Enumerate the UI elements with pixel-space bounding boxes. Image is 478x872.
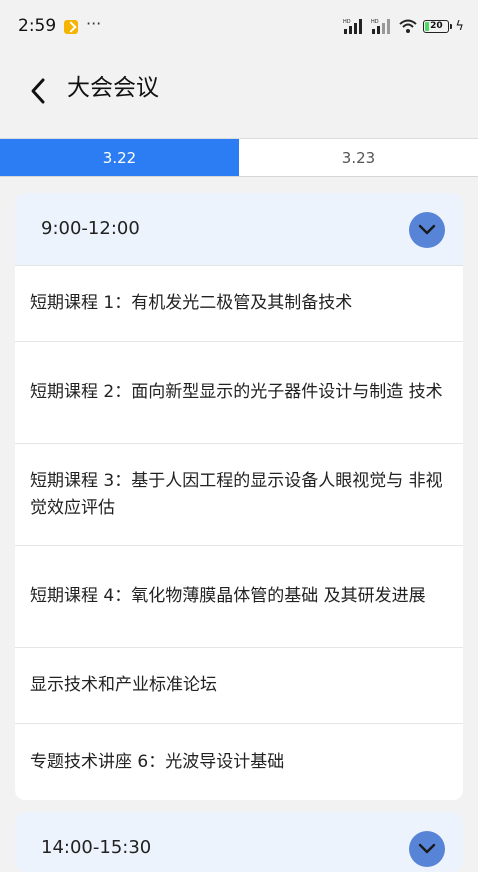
date-tabs: 3.22 3.23 <box>0 139 478 177</box>
page-title: 大会会议 <box>67 75 159 101</box>
session-header[interactable]: 9:00-12:00 <box>15 193 463 266</box>
svg-text:HD: HD <box>371 19 379 25</box>
chevron-down-icon <box>417 843 437 855</box>
list-item-label: 专题技术讲座 6：光波导设计基础 <box>30 751 285 772</box>
list-item-label: 显示技术和产业标准论坛 <box>30 675 217 695</box>
list-item-label: 短期课程 1：有机发光二极管及其制备技术 <box>30 293 353 313</box>
chevron-down-icon <box>417 224 437 236</box>
list-item[interactable]: 短期课程 2：面向新型显示的光子器件设计与制造 技术 <box>15 342 463 444</box>
battery-level: 20 <box>430 20 443 31</box>
status-time: 2:59 <box>18 16 57 36</box>
app-header: 大会会议 <box>0 44 478 139</box>
collapse-toggle-button[interactable] <box>409 212 445 248</box>
session-header[interactable]: 14:00-15:30 <box>15 812 463 872</box>
list-item[interactable]: 短期课程 4：氧化物薄膜晶体管的基础 及其研发进展 <box>15 546 463 648</box>
list-item[interactable]: 短期课程 1：有机发光二极管及其制备技术 <box>15 266 463 342</box>
list-item-label: 短期课程 4：氧化物薄膜晶体管的基础 及其研发进展 <box>30 586 426 606</box>
more-notifications-icon: ··· <box>86 14 102 33</box>
list-item[interactable]: 短期课程 3：基于人因工程的显示设备人眼视觉与 非视觉效应评估 <box>15 444 463 546</box>
chevron-left-icon <box>22 74 56 108</box>
expand-toggle-button[interactable] <box>409 831 445 867</box>
notification-icon <box>64 20 78 34</box>
back-button[interactable] <box>22 74 56 108</box>
signal-hd-icon: HD <box>371 18 393 34</box>
list-item[interactable]: 专题技术讲座 6：光波导设计基础 <box>15 724 463 800</box>
wifi-icon <box>399 19 418 33</box>
battery-fill <box>425 21 430 31</box>
svg-text:HD: HD <box>343 19 351 25</box>
list-item-label: 短期课程 2：面向新型显示的光子器件设计与制造 技术 <box>30 382 443 402</box>
session-time: 9:00-12:00 <box>41 218 140 239</box>
signal-hd-icon: HD <box>343 18 365 34</box>
session-time: 14:00-15:30 <box>41 837 152 858</box>
session-card: 9:00-12:00 短期课程 1：有机发光二极管及其制备技术 短期课程 2：面… <box>15 193 463 800</box>
tab-3-23[interactable]: 3.23 <box>239 139 478 176</box>
charging-icon: ϟ <box>455 18 464 34</box>
list-item-label: 短期课程 3：基于人因工程的显示设备人眼视觉与 非视觉效应评估 <box>30 470 443 518</box>
status-bar: 2:59 ··· HD HD 20 ϟ <box>0 0 478 44</box>
battery-icon: 20 <box>423 19 453 33</box>
list-item[interactable]: 显示技术和产业标准论坛 <box>15 648 463 724</box>
session-card: 14:00-15:30 <box>15 812 463 872</box>
status-icons: HD HD 20 ϟ <box>343 17 464 35</box>
tab-3-22[interactable]: 3.22 <box>0 139 239 176</box>
